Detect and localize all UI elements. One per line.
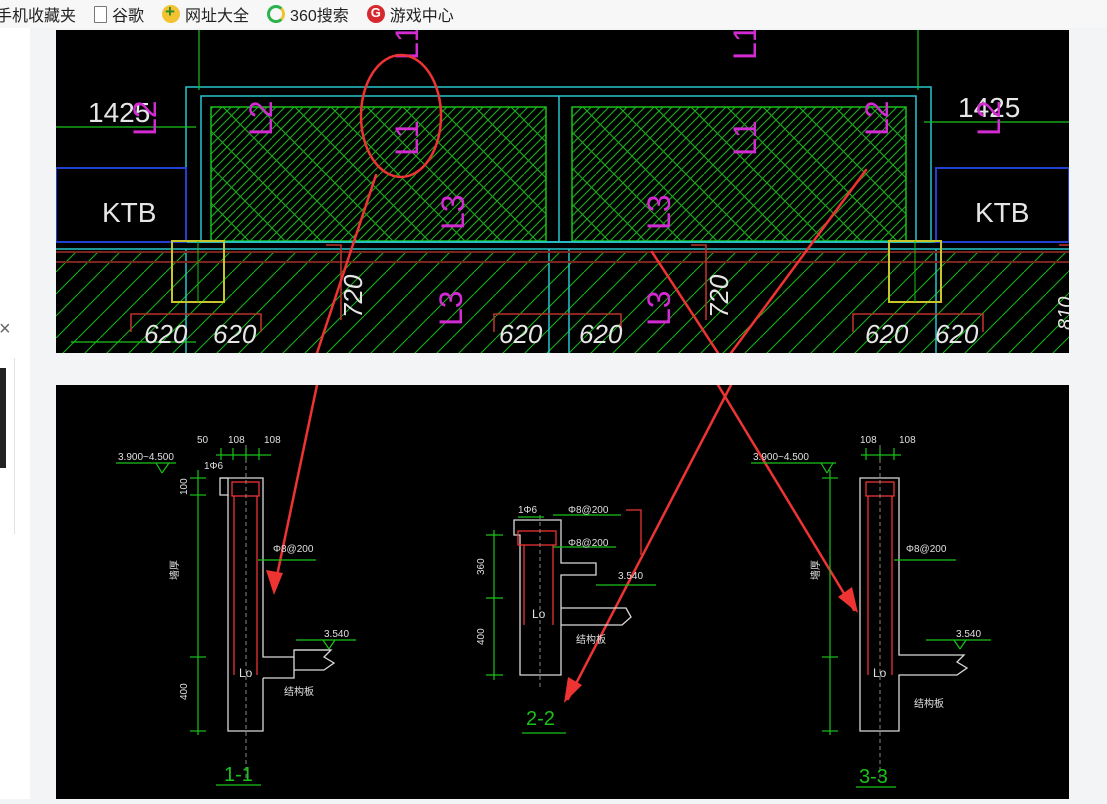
rebar-b-1: Φ8@200 — [273, 544, 314, 555]
rebar-b-3: Φ8@200 — [906, 544, 947, 555]
section-title-1-1: 1-1 — [224, 764, 253, 786]
dim-620-f: 620 — [935, 319, 979, 349]
code-l3-d: L3 — [641, 290, 677, 326]
dim-400-1: 400 — [179, 683, 190, 700]
elev-top-3: 3.900~4.500 — [753, 452, 809, 463]
ktb-label-left: KTB — [102, 197, 156, 228]
arrow-head-2 — [564, 677, 582, 703]
elev-slab-1: 3.540 — [324, 629, 349, 640]
dim-720-a: 720 — [338, 274, 368, 318]
section-1-1: 3.900~4.500 50 108 108 1Φ6 Φ8@200 3.540 … — [116, 435, 356, 786]
section-title-2-2: 2-2 — [526, 708, 555, 730]
code-l2-a: L2 — [127, 100, 163, 136]
cad-section-image: 3.900~4.500 50 108 108 1Φ6 Φ8@200 3.540 … — [56, 383, 1069, 799]
rebar-a-1: 1Φ6 — [204, 461, 224, 472]
bookmark-mobile-favorites[interactable]: 手机收藏夹 — [0, 2, 76, 26]
lo-3: Lo — [873, 666, 887, 680]
bookmark-game-center[interactable]: 游戏中心 — [366, 2, 454, 26]
rebar-b-2: Φ8@200 — [568, 505, 609, 516]
elev-top-1: 3.900~4.500 — [118, 452, 174, 463]
cad-plan-image: 1425 1425 KTB KTB 620 620 620 620 620 62… — [55, 24, 1077, 355]
lo-1: Lo — [239, 666, 253, 680]
page-icon — [94, 5, 108, 23]
bookmark-360-search[interactable]: 360搜索 — [267, 2, 349, 26]
section-3-3: 3.900~4.500 108 108 Φ8@200 3.540 Lo 结构板 … — [751, 435, 991, 788]
dim-620-c: 620 — [499, 319, 543, 349]
dim-top-1a: 50 — [197, 435, 209, 446]
note-slab-2: 结构板 — [576, 633, 606, 646]
rebar-c-2: Φ8@200 — [568, 538, 609, 549]
cad-section-drawing: 3.900~4.500 50 108 108 1Φ6 Φ8@200 3.540 … — [116, 383, 991, 788]
lo-2: Lo — [532, 607, 546, 621]
dim-100-1: 100 — [179, 478, 190, 495]
bookmark-google[interactable]: 谷歌 — [94, 2, 144, 26]
game-center-icon — [366, 5, 385, 23]
dim-top-1c: 108 — [264, 435, 281, 446]
dim-620-e: 620 — [865, 319, 909, 349]
dim-top-3b: 108 — [899, 435, 916, 446]
bookmark-web-directory[interactable]: 网址大全 — [162, 2, 249, 26]
elev-slab-3: 3.540 — [956, 629, 981, 640]
360-search-icon — [267, 5, 286, 23]
bookmarks-bar: 手机收藏夹 谷歌 网址大全 360搜索 游戏中心 — [0, 0, 1107, 28]
elev-slab-2: 3.540 — [618, 571, 643, 582]
arrow-head-1 — [266, 570, 283, 595]
close-icon[interactable]: × — [0, 318, 11, 341]
side-tab[interactable] — [0, 358, 15, 534]
note-side-3: 墙厚 — [809, 560, 822, 580]
code-l3-c: L3 — [433, 290, 469, 326]
dim-620-d: 620 — [579, 319, 623, 349]
rebar-a-2: 1Φ6 — [518, 505, 538, 516]
dim-top-3a: 108 — [860, 435, 877, 446]
code-l3-a: L3 — [435, 194, 471, 230]
section-title-3-3: 3-3 — [859, 766, 888, 788]
code-l1-c: L1 — [727, 30, 763, 60]
dim-top-1b: 108 — [228, 435, 245, 446]
note-slab-1: 结构板 — [284, 685, 314, 698]
dim-360-2: 360 — [476, 558, 487, 575]
dim-720-b: 720 — [704, 274, 734, 318]
ktb-label-right: KTB — [975, 197, 1029, 228]
code-l1-d: L1 — [727, 120, 763, 156]
left-side-panel: × — [0, 28, 30, 799]
code-l2-c: L2 — [859, 100, 895, 136]
dim-620-b: 620 — [213, 319, 257, 349]
dim-400-2: 400 — [476, 628, 487, 645]
cad-plan-drawing: 1425 1425 KTB KTB 620 620 620 620 620 62… — [55, 24, 1077, 355]
note-side-1: 墙厚 — [168, 560, 181, 580]
web-nav-icon — [162, 2, 181, 23]
code-l2-b: L2 — [243, 100, 279, 136]
note-slab-3: 结构板 — [914, 697, 944, 710]
code-l1-b: L1 — [389, 120, 425, 156]
code-l2-d: L2 — [971, 100, 1007, 136]
dim-620-a: 620 — [144, 319, 188, 349]
dim-810: 810 — [1055, 297, 1069, 330]
code-l3-b: L3 — [641, 194, 677, 230]
